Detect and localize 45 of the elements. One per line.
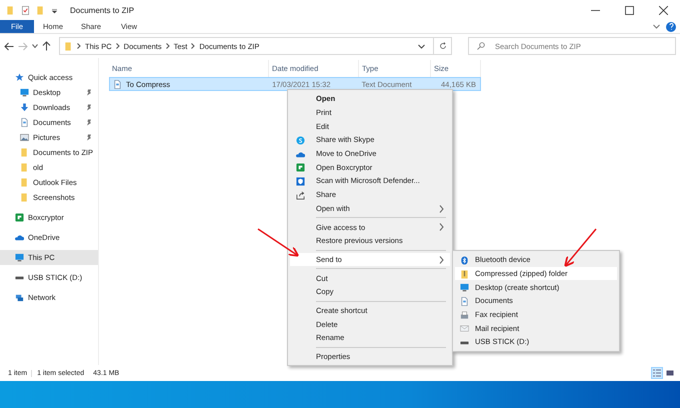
document-icon xyxy=(460,297,469,306)
star-icon xyxy=(15,73,24,82)
details-view-button[interactable] xyxy=(651,367,663,379)
large-icons-icon xyxy=(666,369,674,377)
arrow-annotation xyxy=(564,228,597,268)
chevron-icon xyxy=(191,43,196,49)
properties-icon[interactable] xyxy=(21,6,30,14)
zip-folder-icon xyxy=(460,270,469,279)
picture-icon xyxy=(20,133,29,142)
refresh-icon[interactable] xyxy=(438,42,446,50)
window-title: Documents to ZIP xyxy=(70,6,134,14)
monitor-icon xyxy=(15,253,24,262)
skype-icon xyxy=(296,136,305,146)
cloud-icon xyxy=(296,150,305,159)
help-icon[interactable] xyxy=(666,22,676,32)
monitor-icon xyxy=(460,283,469,292)
fax-icon xyxy=(460,310,469,320)
monitor-icon xyxy=(20,88,29,97)
cloud-icon xyxy=(15,233,24,242)
folder-icon xyxy=(64,42,73,50)
maximize-icon xyxy=(624,6,634,14)
folder-icon xyxy=(36,6,45,14)
shield-icon xyxy=(296,177,305,186)
recent-locations-icon[interactable] xyxy=(32,44,38,48)
dropdown-icon[interactable] xyxy=(51,6,58,14)
dropdown-icon[interactable] xyxy=(418,44,425,48)
bluetooth-icon xyxy=(460,256,469,265)
network-icon xyxy=(15,293,24,302)
chevron-icon xyxy=(116,43,120,49)
details-list-icon xyxy=(653,369,661,377)
up-icon[interactable] xyxy=(42,41,51,51)
close-icon xyxy=(658,6,668,14)
document-icon xyxy=(20,118,29,127)
envelope-icon xyxy=(460,324,469,334)
expand-ribbon-icon[interactable] xyxy=(653,24,660,29)
download-icon xyxy=(20,103,29,112)
document-icon xyxy=(113,80,122,88)
chevron-icon xyxy=(77,43,81,49)
boxcryptor-icon xyxy=(296,163,305,172)
arrow-annotation xyxy=(258,228,300,257)
share-icon xyxy=(296,190,305,200)
boxcryptor-icon xyxy=(15,213,24,222)
back-icon[interactable] xyxy=(4,42,14,50)
folder-icon xyxy=(6,6,15,14)
chevron-icon xyxy=(166,43,170,49)
